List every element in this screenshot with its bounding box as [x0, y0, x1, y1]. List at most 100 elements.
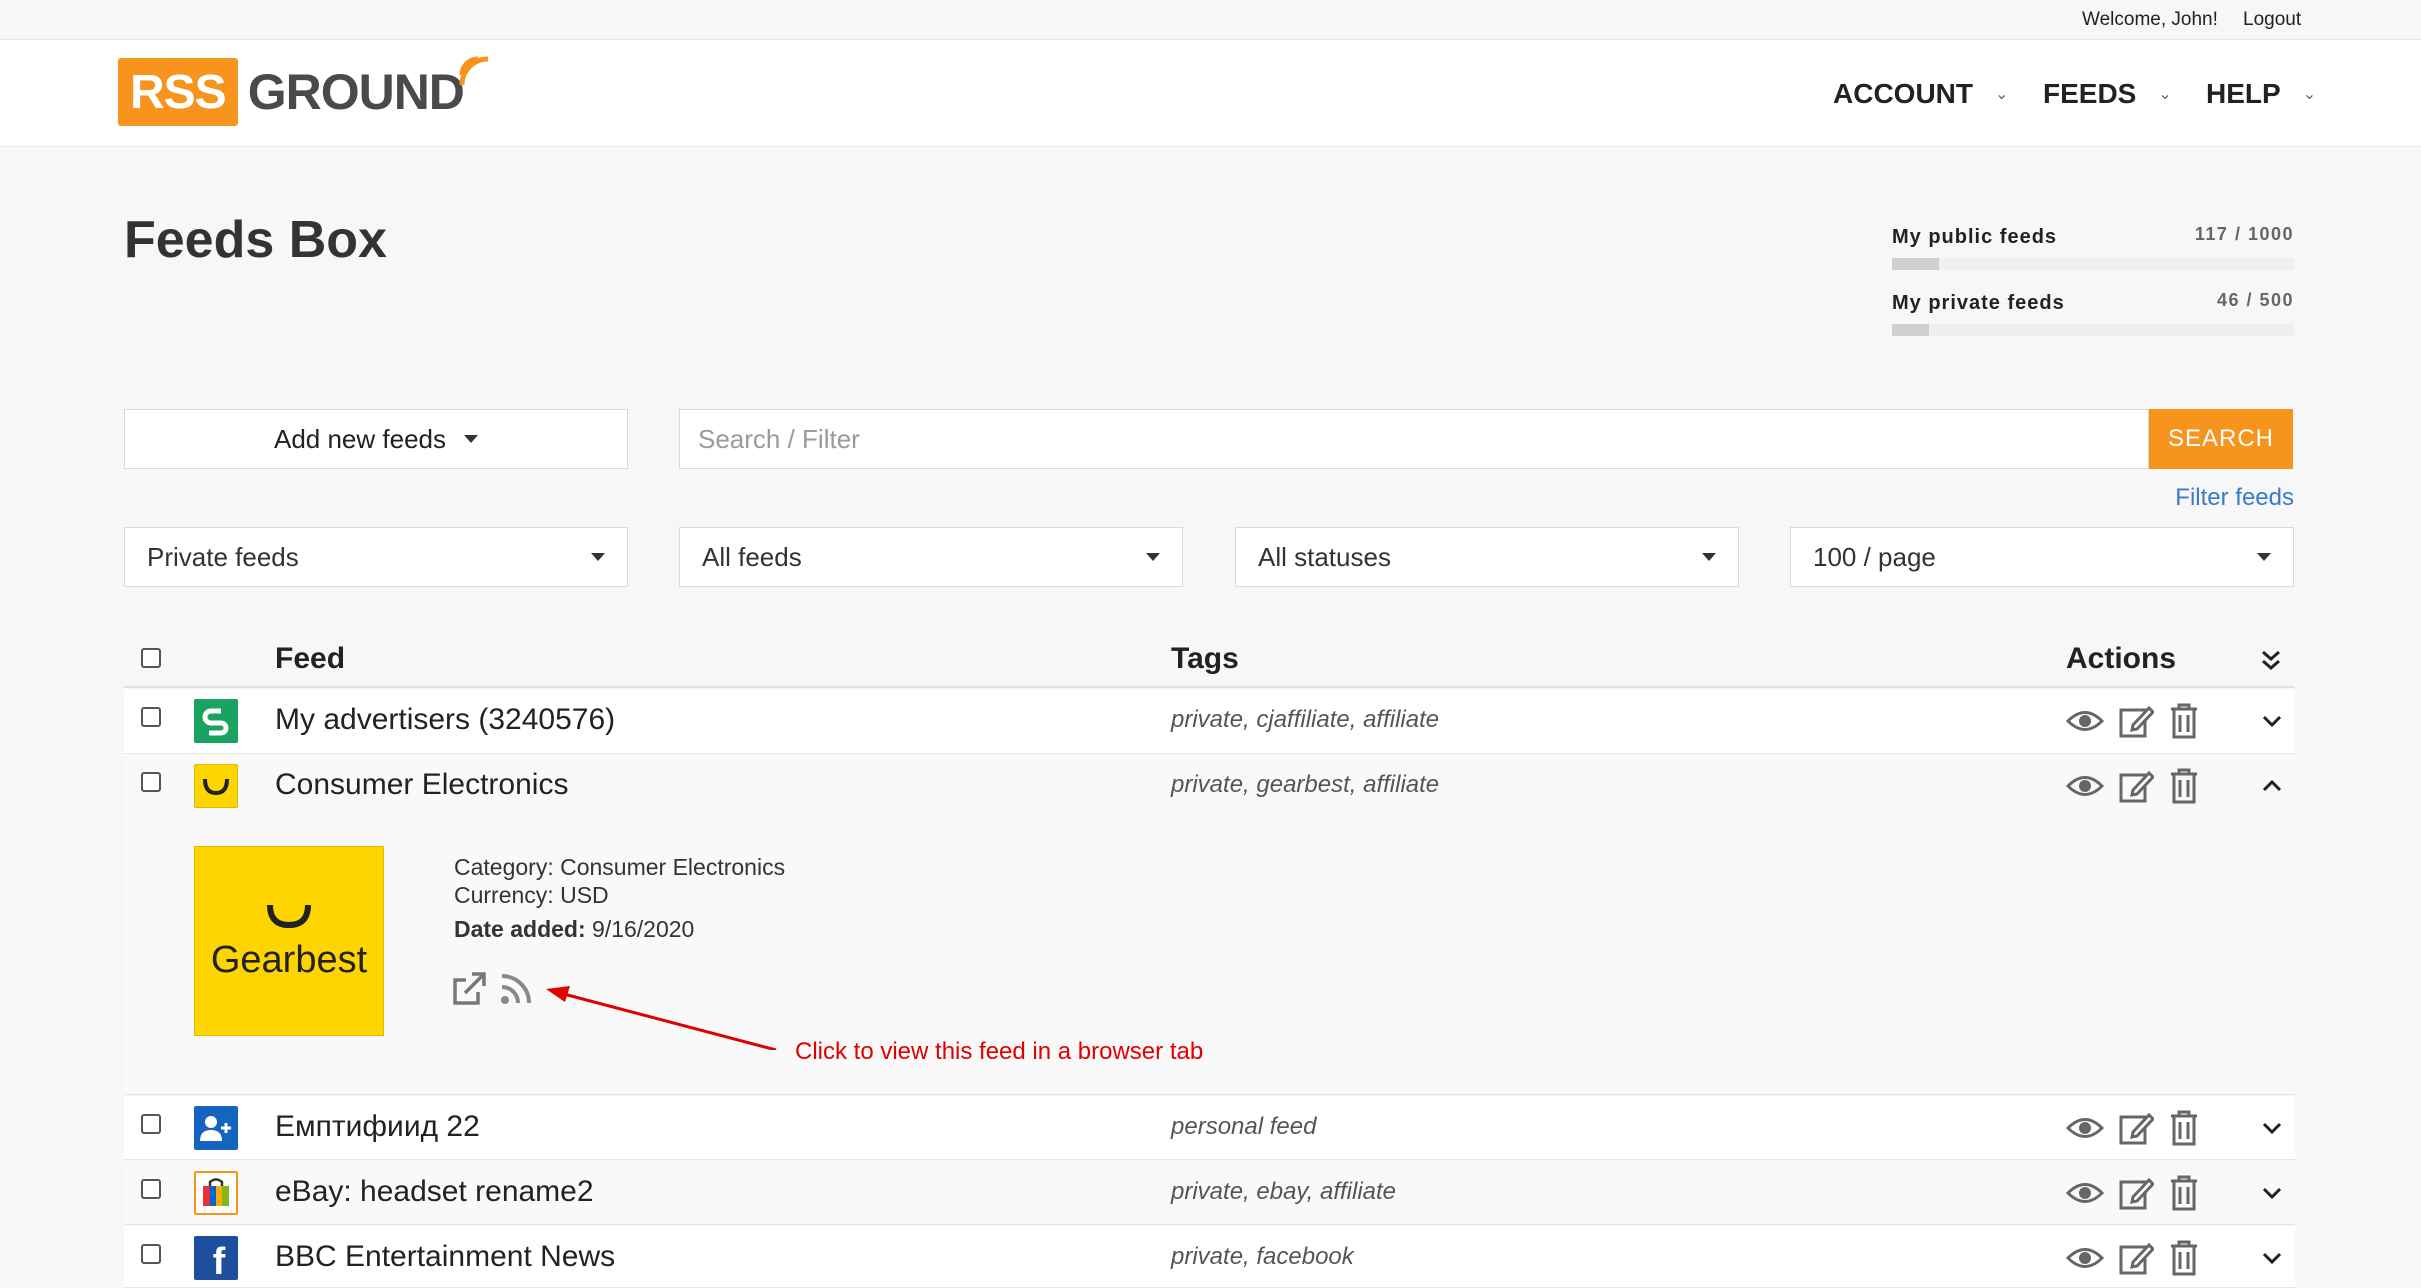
- filter-feeds-link[interactable]: Filter feeds: [2175, 484, 2294, 512]
- trash-icon[interactable]: [2165, 702, 2203, 740]
- logo-rss-box: RSS: [118, 58, 238, 126]
- external-link-icon[interactable]: [452, 970, 488, 1006]
- row-checkbox[interactable]: [141, 1114, 161, 1134]
- add-user-icon: [194, 1106, 238, 1150]
- view-icon[interactable]: [2066, 1174, 2104, 1212]
- edit-icon[interactable]: [2117, 1109, 2155, 1147]
- feed-tags: private, cjaffiliate, affiliate: [1171, 706, 1440, 733]
- chevron-down-icon[interactable]: [2259, 1115, 2285, 1141]
- date-label: Date added:: [454, 916, 586, 942]
- nav-account[interactable]: ACCOUNT ⌄: [1833, 78, 2008, 110]
- select-feed-type[interactable]: All feeds: [679, 527, 1183, 587]
- nav-account-label: ACCOUNT: [1833, 78, 1973, 109]
- page-title: Feeds Box: [124, 211, 387, 269]
- quota-count: 46 / 500: [2216, 290, 2294, 310]
- add-new-feeds-label: Add new feeds: [273, 423, 446, 454]
- caret-down-icon: [1702, 553, 1716, 561]
- quota-count: 117 / 1000: [2194, 224, 2294, 244]
- top-bar: Welcome, John! Logout: [0, 0, 2421, 40]
- select-page-size[interactable]: 100 / page: [1790, 527, 2294, 587]
- brand-name: Gearbest: [210, 938, 368, 981]
- rss-wave-icon: [459, 56, 489, 86]
- logo-ground-text: GROUND: [247, 56, 489, 121]
- header-actions: Actions: [2066, 642, 2177, 675]
- feed-name[interactable]: eBay: headset rename2: [275, 1175, 594, 1209]
- welcome-text: Welcome, John!: [2082, 9, 2218, 30]
- edit-icon[interactable]: [2117, 767, 2155, 805]
- logo[interactable]: RSS GROUND: [118, 56, 489, 126]
- ebay-bag-icon: [194, 1171, 238, 1215]
- quota-label: My private feeds: [1892, 292, 2065, 314]
- view-icon[interactable]: [2066, 702, 2104, 740]
- quota-progress-track: [1892, 258, 2294, 270]
- gearbest-icon: [194, 764, 238, 808]
- quota-label: My public feeds: [1892, 226, 2058, 248]
- table-row: f BBC Entertainment News private, facebo…: [124, 1226, 2295, 1288]
- site-header: RSS GROUND ACCOUNT ⌄ FEEDS ⌄ HELP ⌄: [0, 40, 2421, 147]
- row-checkbox[interactable]: [141, 1244, 161, 1264]
- chevron-down-icon: ⌄: [1995, 86, 2009, 103]
- select-value: All feeds: [702, 541, 802, 572]
- collapse-all-icon[interactable]: [2258, 647, 2284, 673]
- detail-currency: Currency: USD: [454, 882, 609, 908]
- logout-link[interactable]: Logout: [2243, 9, 2301, 31]
- search-input[interactable]: [679, 409, 2149, 469]
- view-icon[interactable]: [2066, 1109, 2104, 1147]
- table-row-expanded: Consumer Electronics private, gearbest, …: [124, 754, 2295, 1095]
- date-value: 9/16/2020: [592, 916, 695, 942]
- annotation-arrow: [546, 986, 777, 1050]
- feed-name[interactable]: Consumer Electronics: [275, 768, 568, 802]
- add-new-feeds-button[interactable]: Add new feeds: [124, 409, 628, 469]
- caret-down-icon: [1146, 553, 1160, 561]
- quota-progress-fill: [1892, 324, 1929, 336]
- feed-name[interactable]: BBC Entertainment News: [275, 1240, 615, 1274]
- chevron-up-icon[interactable]: [2259, 773, 2285, 799]
- select-status[interactable]: All statuses: [1235, 527, 1739, 587]
- feed-name[interactable]: My advertisers (3240576): [275, 703, 615, 737]
- trash-icon[interactable]: [2165, 1109, 2203, 1147]
- table-row: My advertisers (3240576) private, cjaffi…: [124, 689, 2295, 754]
- table-row: eBay: headset rename2 private, ebay, aff…: [124, 1161, 2295, 1225]
- feed-image: Gearbest: [194, 846, 384, 1036]
- header-feed: Feed: [275, 642, 346, 675]
- view-icon[interactable]: [2066, 767, 2104, 805]
- trash-icon[interactable]: [2165, 1239, 2203, 1277]
- feed-tags: private, ebay, affiliate: [1171, 1178, 1397, 1205]
- row-checkbox[interactable]: [141, 707, 161, 727]
- chevron-down-icon: ⌄: [2302, 86, 2317, 103]
- trash-icon[interactable]: [2165, 1174, 2203, 1212]
- gearbest-smile-icon: [267, 904, 311, 928]
- nav-feeds[interactable]: FEEDS ⌄: [2043, 78, 2172, 110]
- nav-help[interactable]: HELP ⌄: [2206, 78, 2316, 110]
- chevron-down-icon[interactable]: [2259, 1180, 2285, 1206]
- quota-progress-fill: [1892, 258, 1940, 270]
- chevron-down-icon[interactable]: [2259, 1245, 2285, 1271]
- edit-icon[interactable]: [2117, 1239, 2155, 1277]
- search-button[interactable]: SEARCH: [2149, 409, 2293, 469]
- chevron-down-icon[interactable]: [2259, 708, 2285, 734]
- select-value: 100 / page: [1813, 541, 1936, 572]
- select-value: All statuses: [1258, 541, 1391, 572]
- facebook-icon: f: [194, 1236, 238, 1280]
- caret-down-icon: [464, 435, 478, 443]
- row-checkbox[interactable]: [141, 772, 161, 792]
- cj-affiliate-icon: [194, 699, 238, 743]
- rss-icon[interactable]: [499, 972, 533, 1006]
- row-checkbox[interactable]: [141, 1179, 161, 1199]
- edit-icon[interactable]: [2117, 702, 2155, 740]
- caret-down-icon: [591, 553, 605, 561]
- select-all-checkbox[interactable]: [141, 648, 161, 668]
- select-privacy[interactable]: Private feeds: [124, 527, 628, 587]
- view-icon[interactable]: [2066, 1239, 2104, 1277]
- feed-name[interactable]: Емптифиид 22: [275, 1110, 480, 1144]
- logo-ground-label: GROUND: [247, 64, 465, 120]
- nav-help-label: HELP: [2206, 78, 2281, 109]
- caret-down-icon: [2257, 553, 2271, 561]
- detail-date: Date added: 9/16/2020: [454, 916, 694, 943]
- trash-icon[interactable]: [2165, 767, 2203, 805]
- header-tags: Tags: [1171, 642, 1239, 675]
- edit-icon[interactable]: [2117, 1174, 2155, 1212]
- feed-tags: private, facebook: [1171, 1243, 1354, 1270]
- detail-category: Category: Consumer Electronics: [454, 854, 786, 880]
- table-row: Емптифиид 22 personal feed: [124, 1096, 2295, 1160]
